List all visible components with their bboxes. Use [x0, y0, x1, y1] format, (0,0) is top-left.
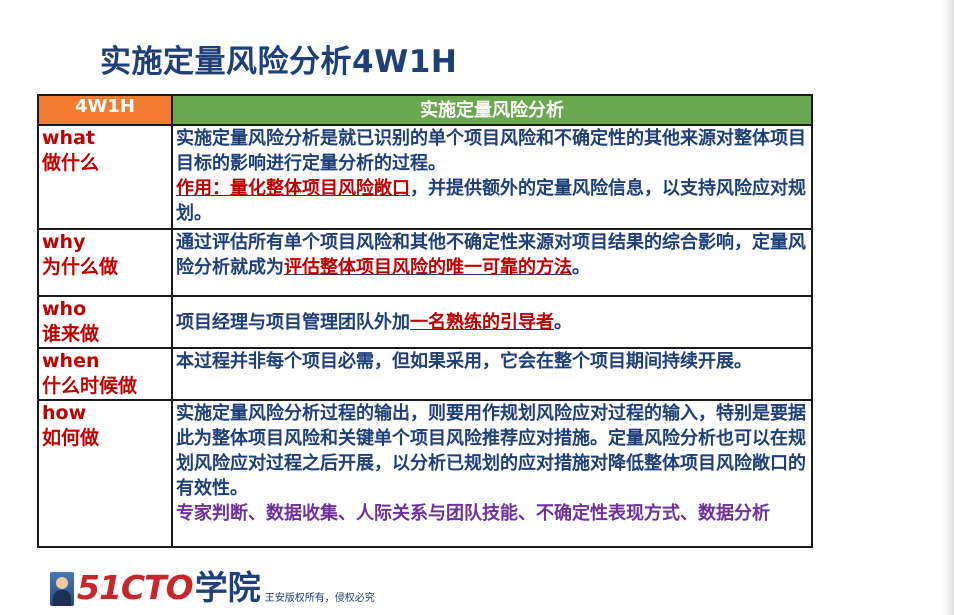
answer-cell: 本过程并非每个项目必需，但如果采用，它会在整个项目期间持续开展。: [171, 347, 813, 401]
table-row-who: who 谁来做 项目经理与项目管理团队外加一名熟练的引导者。: [37, 295, 813, 349]
table-header-row: 4W1H 实施定量风险分析: [37, 94, 813, 126]
slide: 实施定量风险分析4W1H 4W1H 实施定量风险分析 what 做什么 实施定量…: [0, 0, 954, 615]
answer-text: 。: [572, 257, 590, 278]
table-row-when: when 什么时候做 本过程并非每个项目必需，但如果采用，它会在整个项目期间持续…: [37, 347, 813, 401]
question-cn: 如何做: [42, 427, 100, 449]
4w1h-table: 4W1H 实施定量风险分析 what 做什么 实施定量风险分析是就已识别的单个项…: [37, 94, 813, 548]
page-title: 实施定量风险分析4W1H: [100, 44, 458, 80]
answer-cell: 实施定量风险分析过程的输出，则要用作规划风险应对过程的输入，特别是要据此为整体项…: [171, 399, 813, 548]
question-cell: who 谁来做: [37, 295, 173, 349]
question-cell: when 什么时候做: [37, 347, 173, 401]
footer-brand: 51CTO 学院 王安版权所有，侵权必究: [50, 566, 375, 606]
presenter-avatar-icon: [50, 572, 74, 606]
header-topic: 实施定量风险分析: [171, 94, 813, 126]
question-cn: 为什么做: [42, 256, 119, 278]
answer-cell: 通过评估所有单个项目风险和其他不确定性来源对项目结果的综合影响，定量风险分析就成…: [171, 228, 813, 297]
copyright-notice: 王安版权所有，侵权必究: [264, 593, 375, 604]
answer-text: 实施定量风险分析是就已识别的单个项目风险和不确定性的其他来源对整体项目目标的影响…: [176, 128, 806, 174]
answer-text: 实施定量风险分析过程的输出，则要用作规划风险应对过程的输入，特别是要据此为整体项…: [176, 403, 806, 499]
answer-highlight: 评估整体项目风险的唯一可靠的方法: [284, 257, 572, 278]
answer-text: 。: [554, 311, 572, 333]
question-cn: 什么时候做: [42, 375, 138, 397]
answer-text: 项目经理与项目管理团队外加: [176, 311, 410, 333]
answer-tools: 专家判断、数据收集、人际关系与团队技能、不确定性表现方式、数据分析: [176, 503, 770, 524]
question-en: why: [42, 231, 86, 253]
table-row-how: how 如何做 实施定量风险分析过程的输出，则要用作规划风险应对过程的输入，特别…: [37, 399, 813, 548]
answer-highlight: 作用：量化整体项目风险敞口: [176, 178, 410, 199]
question-en: how: [42, 402, 87, 424]
answer-cell: 项目经理与项目管理团队外加一名熟练的引导者。: [171, 295, 813, 349]
question-en: what: [42, 127, 95, 149]
question-cn: 做什么: [42, 152, 100, 174]
question-cell: what 做什么: [37, 124, 173, 230]
table-row-why: why 为什么做 通过评估所有单个项目风险和其他不确定性来源对项目结果的综合影响…: [37, 228, 813, 297]
brand-logo-text: 学院: [194, 568, 261, 607]
question-cell: how 如何做: [37, 399, 173, 548]
question-cn: 谁来做: [42, 323, 100, 345]
brand-logo-number: 51CTO: [77, 568, 194, 607]
slide-edge-shadow: [942, 0, 954, 615]
table-row-what: what 做什么 实施定量风险分析是就已识别的单个项目风险和不确定性的其他来源对…: [37, 124, 813, 230]
question-en: when: [42, 350, 100, 372]
answer-cell: 实施定量风险分析是就已识别的单个项目风险和不确定性的其他来源对整体项目目标的影响…: [171, 124, 813, 230]
question-cell: why 为什么做: [37, 228, 173, 297]
answer-highlight: 一名熟练的引导者: [410, 311, 554, 333]
answer-text: 本过程并非每个项目必需，但如果采用，它会在整个项目期间持续开展。: [176, 351, 752, 372]
question-en: who: [42, 298, 87, 320]
header-4w1h: 4W1H: [37, 94, 173, 126]
